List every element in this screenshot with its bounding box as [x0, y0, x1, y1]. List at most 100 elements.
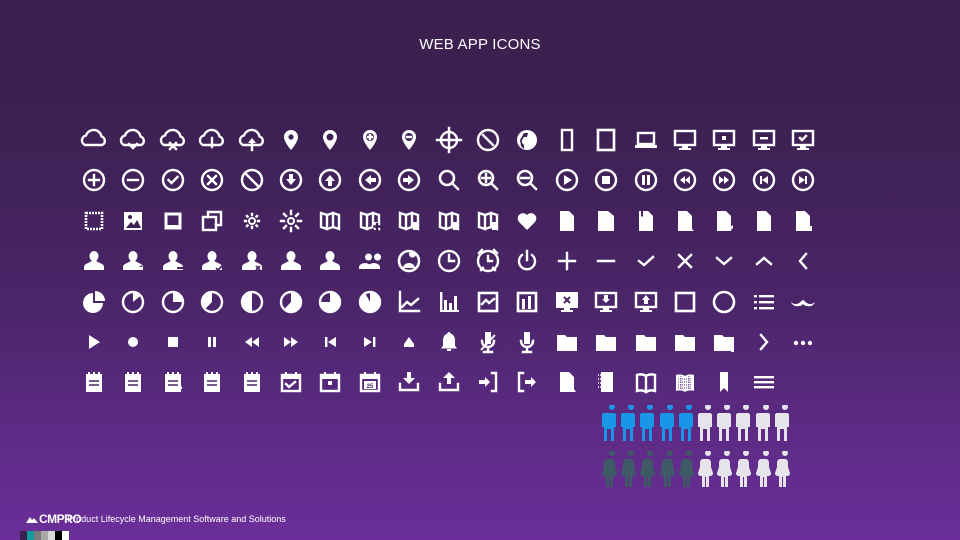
user-remove-icon [153, 241, 193, 281]
note-remove-icon [192, 362, 232, 402]
file-bookmark-icon [626, 201, 666, 241]
circle-close-icon [192, 160, 232, 200]
circle-arrow-up-icon [310, 160, 350, 200]
chevron-down-icon [704, 241, 744, 281]
female-person-highlighted-icon [600, 451, 618, 491]
users-icon [350, 241, 390, 281]
mic-icon [507, 322, 547, 362]
brightness-low-icon [232, 201, 272, 241]
circle-add-icon [74, 160, 114, 200]
eject-icon [389, 322, 429, 362]
monitor-close-icon [547, 282, 587, 322]
monitor-remove-icon [744, 120, 784, 160]
copy-icon [192, 201, 232, 241]
circle-icon [704, 282, 744, 322]
circle-fast-forward-icon [704, 160, 744, 200]
male-person-highlighted-icon [600, 405, 618, 445]
user-close-icon [232, 241, 272, 281]
female-person-icon [696, 451, 714, 491]
crosshair-icon [429, 120, 469, 160]
map-add-icon [350, 201, 390, 241]
female-person-highlighted-icon [619, 451, 637, 491]
folder-add-icon [704, 322, 744, 362]
sign-in-icon [468, 362, 508, 402]
monitor-icon [665, 120, 705, 160]
monitor-upload-icon [626, 282, 666, 322]
circle-remove-icon [113, 160, 153, 200]
zoom-in-icon [468, 160, 508, 200]
cloud-error-icon [153, 120, 193, 160]
user-edit-icon [113, 241, 153, 281]
male-person-highlighted-icon [677, 405, 695, 445]
female-person-highlighted-icon [677, 451, 695, 491]
progress-almost-icon [350, 282, 390, 322]
chevron-right-icon [744, 322, 784, 362]
color-swatch [20, 531, 27, 540]
chart-box-icon [468, 282, 508, 322]
user-icon [74, 241, 114, 281]
book-open-icon [626, 362, 666, 402]
photo-icon [153, 201, 193, 241]
alarm-icon [468, 241, 508, 281]
file-close-icon [744, 201, 784, 241]
map-check-icon [429, 201, 469, 241]
circle-arrow-left-icon [350, 160, 390, 200]
user-solid-icon [310, 241, 350, 281]
map-pin-add-icon [350, 120, 390, 160]
notebook-icon [586, 362, 626, 402]
map-close-icon [468, 201, 508, 241]
download-icon [389, 362, 429, 402]
calendar-date-icon: 25 [350, 362, 390, 402]
circle-skip-forward-icon [783, 160, 823, 200]
document-icon [547, 362, 587, 402]
smartphone-icon [547, 120, 587, 160]
female-person-highlighted-icon [658, 451, 676, 491]
bell-icon [429, 322, 469, 362]
tablet-icon [586, 120, 626, 160]
laptop-icon [626, 120, 666, 160]
stop-icon [153, 322, 193, 362]
color-swatch [34, 531, 41, 540]
calendar-check-icon [271, 362, 311, 402]
map-icon [310, 201, 350, 241]
color-swatch [62, 531, 69, 540]
frame-icon [74, 201, 114, 241]
record-icon [113, 322, 153, 362]
male-person-icon [696, 405, 714, 445]
list-icon [744, 282, 784, 322]
male-person-highlighted-icon [658, 405, 676, 445]
note-edit-icon [153, 362, 193, 402]
circle-stop-icon [586, 160, 626, 200]
pie-chart-icon [74, 282, 114, 322]
minus-icon [586, 241, 626, 281]
note-icon [74, 362, 114, 402]
folder-solid-icon [626, 322, 666, 362]
menu-icon [744, 362, 784, 402]
map-pin-remove-icon [389, 120, 429, 160]
sign-out-icon [507, 362, 547, 402]
more-icon [783, 322, 823, 362]
mic-off-icon [468, 322, 508, 362]
map-pin-icon [271, 120, 311, 160]
folder-edit-icon [665, 322, 705, 362]
calendar-day-label: 25 [366, 384, 373, 390]
progress-two-thirds-icon [271, 282, 311, 322]
female-person-icon [754, 451, 772, 491]
note-2-icon [113, 362, 153, 402]
compass-icon [468, 120, 508, 160]
pause-icon [192, 322, 232, 362]
footer-tagline: Product Lifecycle Management Software an… [67, 514, 286, 524]
male-person-icon [773, 405, 791, 445]
play-icon [74, 322, 114, 362]
heart-icon [507, 201, 547, 241]
line-chart-icon [389, 282, 429, 322]
female-person-highlighted-icon [638, 451, 656, 491]
globe-icon [507, 120, 547, 160]
map-remove-icon [389, 201, 429, 241]
user-circle-icon [389, 241, 429, 281]
map-pin-outline-icon [310, 120, 350, 160]
user-check-icon [192, 241, 232, 281]
check-icon [626, 241, 666, 281]
file-copy-icon [586, 201, 626, 241]
power-icon [507, 241, 547, 281]
